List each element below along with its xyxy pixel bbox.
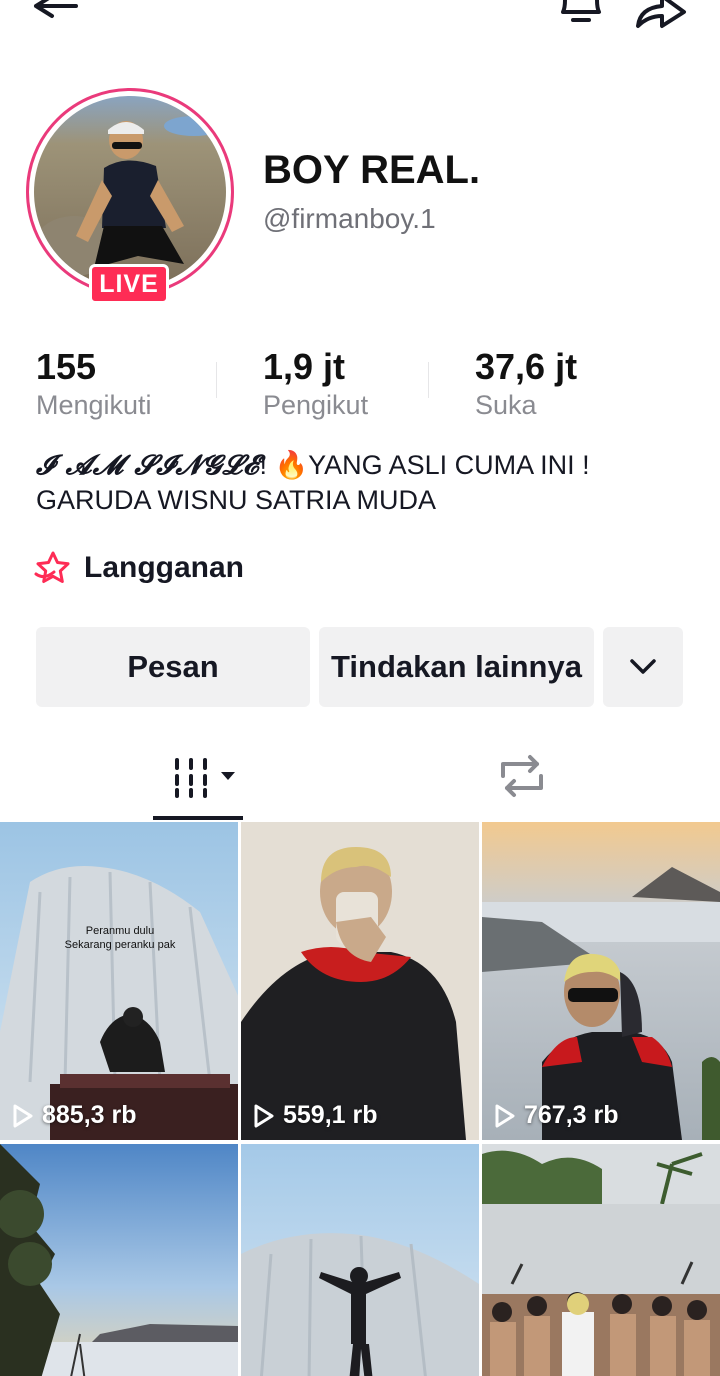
video-caption-line: Peranmu dulu	[85, 925, 155, 937]
avatar[interactable]	[34, 96, 226, 288]
bell-icon[interactable]	[553, 0, 609, 30]
video-thumbnail[interactable]	[482, 1144, 720, 1376]
bio-line-1-rest: ! 🔥YANG ASLI CUMA INI !	[259, 450, 590, 480]
repost-icon	[501, 755, 543, 797]
video-thumbnail[interactable]	[241, 1144, 479, 1376]
play-icon	[254, 1104, 274, 1127]
stat-value: 155	[36, 346, 97, 387]
top-bar	[0, 0, 720, 40]
stat-divider	[428, 362, 429, 398]
subscription-label: Langganan	[84, 551, 245, 584]
play-icon	[13, 1104, 33, 1127]
video-thumbnail[interactable]	[0, 1144, 238, 1376]
tab-active-indicator	[153, 816, 243, 820]
profile-photo-icon	[34, 96, 226, 288]
video-thumbnail[interactable]: 767,3 rb	[482, 822, 720, 1140]
stat-value: 37,6 jt	[475, 346, 578, 387]
bio-line-2: GARUDA WISNU SATRIA MUDA	[36, 485, 437, 515]
tab-videos[interactable]	[0, 730, 400, 822]
share-icon[interactable]	[630, 0, 690, 30]
view-count: 559,1 rb	[253, 1101, 378, 1130]
stat-following[interactable]: 155 Mengikuti	[36, 346, 152, 422]
video-thumbnail-image	[0, 1144, 238, 1376]
live-badge[interactable]: LIVE	[89, 264, 169, 304]
view-count-text: 559,1 rb	[283, 1101, 378, 1129]
back-arrow-icon[interactable]	[28, 0, 84, 26]
suggested-accounts-button[interactable]	[603, 627, 683, 707]
video-thumbnail-image	[0, 822, 238, 1140]
stat-label: Pengikut	[263, 390, 369, 420]
stat-label: Suka	[475, 390, 537, 420]
stat-label: Mengikuti	[36, 390, 152, 420]
stat-value: 1,9 jt	[263, 346, 346, 387]
bio-script-text: 𝓘 𝓐𝓜 𝓢𝓘𝓝𝓖𝓛𝓔	[36, 450, 260, 481]
stat-likes[interactable]: 37,6 jt Suka	[475, 346, 577, 422]
video-thumbnail[interactable]: 559,1 rb	[241, 822, 479, 1140]
view-count: 885,3 rb	[12, 1101, 137, 1130]
view-count-text: 885,3 rb	[42, 1101, 137, 1129]
subscription-link[interactable]: Langganan	[34, 548, 244, 588]
bio-line-1: 𝓘 𝓐𝓜 𝓢𝓘𝓝𝓖𝓛𝓔! 🔥YANG ASLI CUMA INI !	[36, 448, 696, 483]
video-caption-line: Sekarang peranku pak	[64, 939, 176, 951]
video-grid: Peranmu dulu Sekarang peranku pak 885,3 …	[0, 822, 720, 1376]
stat-followers[interactable]: 1,9 jt Pengikut	[263, 346, 368, 422]
tab-reposts[interactable]	[400, 730, 720, 822]
video-thumbnail-image	[482, 822, 720, 1140]
video-thumbnail-image	[482, 1144, 720, 1376]
view-count-text: 767,3 rb	[524, 1101, 619, 1129]
profile-tabs	[0, 730, 720, 822]
more-actions-button[interactable]: Tindakan lainnya	[319, 627, 594, 707]
message-button[interactable]: Pesan	[36, 627, 310, 707]
subscription-star-icon	[34, 551, 70, 583]
view-count: 767,3 rb	[494, 1101, 619, 1130]
video-thumbnail-image	[241, 1144, 479, 1376]
grid-icon	[175, 758, 235, 798]
username: @firmanboy.1	[263, 203, 436, 234]
bio: 𝓘 𝓐𝓜 𝓢𝓘𝓝𝓖𝓛𝓔! 🔥YANG ASLI CUMA INI ! GARUD…	[36, 448, 696, 518]
video-thumbnail[interactable]: Peranmu dulu Sekarang peranku pak 885,3 …	[0, 822, 238, 1140]
display-name: BOY REAL.	[263, 148, 481, 192]
stat-divider	[216, 362, 217, 398]
play-icon	[495, 1104, 515, 1127]
chevron-down-icon	[630, 659, 656, 674]
video-thumbnail-image	[241, 822, 479, 1140]
